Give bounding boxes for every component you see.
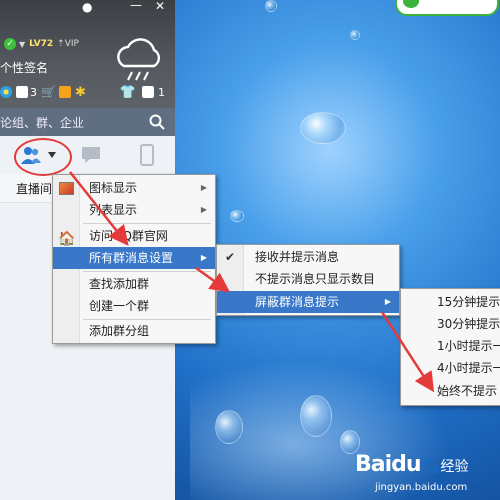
app-icon-row: 3 🛒 ✱ 👕 1 [0, 82, 175, 102]
menu-item-label: 查找添加群 [89, 277, 150, 291]
menu-item-label: 接收并提示消息 [255, 250, 340, 264]
check-icon: ✔ [225, 250, 236, 264]
list-item-label: 直播间 [16, 182, 53, 196]
menu-item-30min[interactable]: 30分钟提示一 [401, 313, 500, 335]
wallet-icon[interactable] [58, 86, 71, 98]
menu-separator [83, 271, 211, 272]
menu-item-label: 不提示消息只显示数目 [255, 272, 376, 286]
menu-item-4hour[interactable]: 4小时提示一 [401, 357, 500, 379]
menu-item-list-view[interactable]: 列表显示 ▶ [53, 199, 215, 221]
watermark-brand: Baidu [355, 452, 422, 477]
qzone-icon[interactable] [0, 86, 12, 98]
chevron-right-icon: ▶ [200, 183, 207, 192]
weather-cloud-icon[interactable] [112, 34, 167, 89]
close-icon[interactable]: ✕ [155, 0, 165, 13]
desktop-widget[interactable] [395, 0, 499, 16]
menu-item-label: 4小时提示一 [437, 361, 500, 375]
chevron-down-icon[interactable]: ▼ [19, 40, 25, 49]
menu-item-label: 所有群消息设置 [89, 251, 174, 265]
signature-text[interactable]: 个性签名 [0, 59, 48, 76]
cart-icon[interactable]: 🛒 [41, 85, 56, 99]
menu-item-block-notify[interactable]: 屏蔽群消息提示 ▶ [217, 291, 399, 313]
water-drop [300, 112, 346, 144]
app-box-icon[interactable] [142, 86, 155, 98]
menu-item-label: 屏蔽群消息提示 [255, 295, 340, 309]
menu-item-15min[interactable]: 15分钟提示一 [401, 291, 500, 313]
vip-badge[interactable]: ⇡VIP [57, 39, 79, 49]
panel-header: ● — ✕ ✓ ▼ LV72 ⇡VIP 个性签名 3 🛒 ✱ 👕 1 [0, 0, 175, 108]
menu-item-all-group-msg[interactable]: 所有群消息设置 ▶ [53, 247, 215, 269]
menu-item-1hour[interactable]: 1小时提示一 [401, 335, 500, 357]
menu-item-label: 15分钟提示一 [437, 295, 500, 309]
water-drop [265, 0, 277, 12]
mail-icon[interactable] [16, 86, 28, 98]
search-icon[interactable] [149, 114, 165, 130]
context-menu-main: 图标显示 ▶ 列表显示 ▶ 🏠 访问QQ群官网 所有群消息设置 ▶ 查找添加群 … [52, 174, 216, 344]
watermark-url: jingyan.baidu.com [375, 482, 468, 493]
vip-label: VIP [64, 39, 79, 49]
minimize-icon[interactable]: — [130, 0, 142, 12]
menu-item-count-only[interactable]: 不提示消息只显示数目 [217, 268, 399, 290]
menu-item-icon-view[interactable]: 图标显示 ▶ [53, 177, 215, 199]
water-drop [230, 210, 244, 222]
menu-item-label: 添加群分组 [89, 324, 150, 338]
menu-item-never[interactable]: 始终不提示 [401, 380, 500, 402]
mail-count: 3 [30, 85, 37, 99]
menu-item-label: 始终不提示 [437, 384, 498, 398]
baidu-watermark: Baidu🐾经验 jingyan.baidu.com [355, 452, 469, 493]
water-drop [350, 30, 360, 40]
skin-icon[interactable]: ● [82, 0, 92, 14]
picture-icon [59, 182, 74, 195]
menu-item-label: 访问QQ群官网 [89, 229, 168, 243]
game-icon[interactable]: ✱ [75, 85, 86, 100]
tab-recent-icon[interactable] [80, 144, 102, 166]
chevron-right-icon: ▶ [200, 205, 207, 214]
context-menu-group-msg: ✔ 接收并提示消息 不提示消息只显示数目 屏蔽群消息提示 ▶ [216, 244, 400, 316]
menu-item-label: 1小时提示一 [437, 339, 500, 353]
app-box-count: 1 [158, 85, 166, 99]
menu-item-receive-notify[interactable]: ✔ 接收并提示消息 [217, 246, 399, 268]
chevron-right-icon: ▶ [200, 253, 207, 262]
level-badge[interactable]: LV72 [29, 39, 53, 49]
menu-item-label: 列表显示 [89, 203, 138, 217]
context-menu-block-options: 15分钟提示一 30分钟提示一 1小时提示一 4小时提示一 始终不提示 [400, 288, 500, 406]
watermark-cn: 经验 [440, 459, 469, 475]
menu-item-label: 30分钟提示一 [437, 317, 500, 331]
menu-item-label: 图标显示 [89, 181, 138, 195]
chevron-right-icon: ▶ [384, 297, 391, 306]
annotation-circle [14, 138, 72, 176]
menu-item-find-group[interactable]: 查找添加群 [53, 273, 215, 295]
menu-item-label: 创建一个群 [89, 299, 150, 313]
search-placeholder: 论组、群、企业 [0, 115, 85, 130]
menu-item-visit-site[interactable]: 🏠 访问QQ群官网 [53, 225, 215, 247]
menu-separator [83, 223, 211, 224]
status-row: ✓ ▼ LV72 ⇡VIP [0, 36, 79, 52]
search-bar[interactable]: 论组、群、企业 [0, 108, 175, 136]
tab-mobile-icon[interactable] [136, 144, 158, 166]
shirt-icon[interactable]: 👕 [120, 85, 136, 100]
online-status-icon[interactable]: ✓ [4, 38, 16, 50]
menu-item-create-group[interactable]: 创建一个群 [53, 295, 215, 317]
menu-item-add-category[interactable]: 添加群分组 [53, 320, 215, 342]
paw-icon: 🐾 [420, 456, 441, 475]
